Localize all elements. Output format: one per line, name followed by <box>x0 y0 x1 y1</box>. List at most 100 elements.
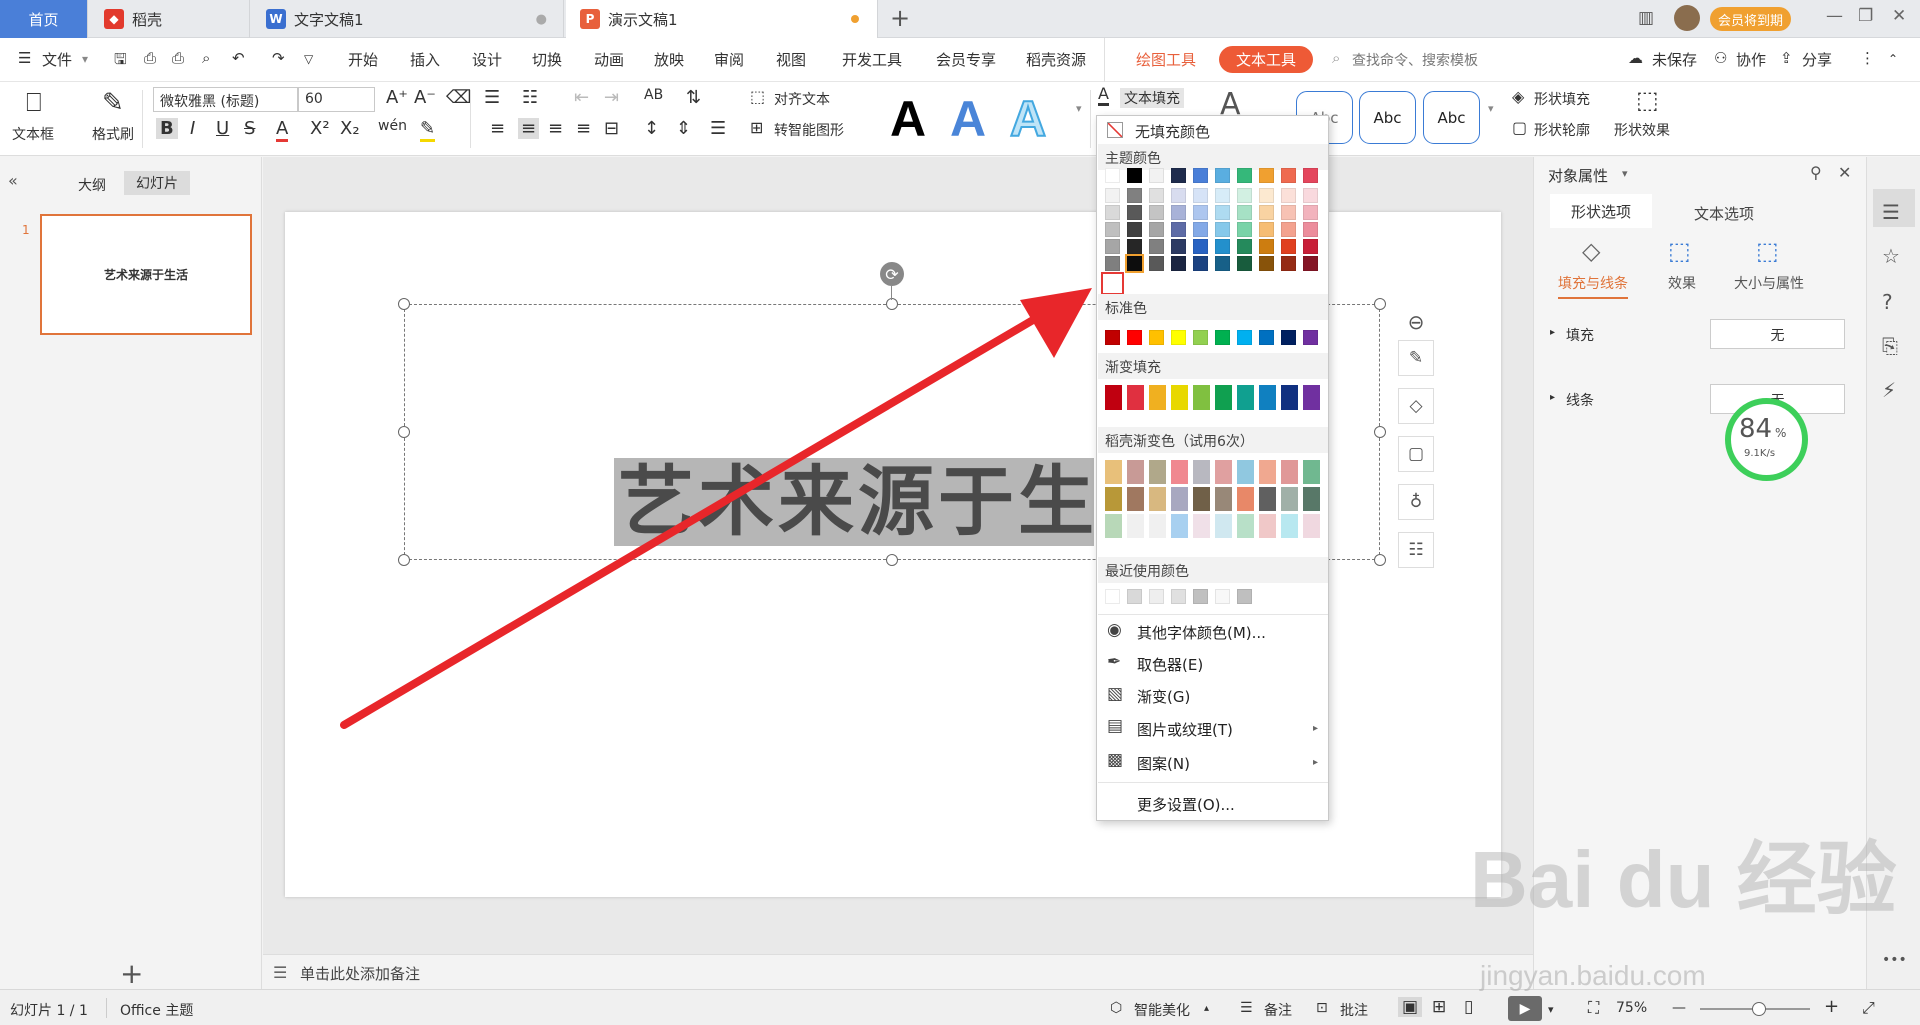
tab-shape-options[interactable]: 形状选项 <box>1550 194 1652 228</box>
paragraph-spacing-icon[interactable]: ⇕ <box>676 118 691 139</box>
theme-shade-swatch[interactable] <box>1303 188 1318 203</box>
format-painter-icon[interactable]: ✎ <box>102 88 124 118</box>
theme-shade-swatch[interactable] <box>1171 256 1186 271</box>
theme-shade-swatch[interactable] <box>1281 256 1296 271</box>
align-text-button[interactable]: 对齐文本 <box>774 89 830 109</box>
bold-icon[interactable]: B <box>156 118 178 139</box>
theme-shade-swatch[interactable] <box>1149 256 1164 271</box>
theme-shade-swatch[interactable] <box>1237 239 1252 254</box>
menu-tab-7[interactable]: 视图 <box>776 49 806 70</box>
daoke-gradient-swatch[interactable] <box>1215 487 1232 511</box>
theme-shade-swatch[interactable] <box>1149 188 1164 203</box>
number-list-icon[interactable]: ☷ <box>522 87 538 108</box>
theme-shade-swatch[interactable] <box>1215 256 1230 271</box>
preview-icon[interactable]: ⌕ <box>202 49 210 67</box>
zoom-level[interactable]: 75% <box>1616 1000 1647 1016</box>
daoke-gradient-swatch[interactable] <box>1259 487 1276 511</box>
theme-color-swatch[interactable] <box>1215 168 1230 183</box>
theme-shade-swatch[interactable] <box>1215 205 1230 220</box>
menu-tab-9[interactable]: 会员专享 <box>936 49 996 70</box>
menu-tab-1[interactable]: 插入 <box>410 49 440 70</box>
theme-shade-swatch[interactable] <box>1171 222 1186 237</box>
theme-shade-swatch[interactable] <box>1193 222 1208 237</box>
theme-shade-swatch[interactable] <box>1127 239 1142 254</box>
daoke-gradient-swatch[interactable] <box>1105 487 1122 511</box>
theme-shade-swatch[interactable] <box>1281 188 1296 203</box>
effect-icon[interactable]: ⬚ <box>1668 237 1691 265</box>
gradient-fill-swatch[interactable] <box>1193 385 1210 410</box>
font-shrink-icon[interactable]: A⁻ <box>414 87 436 108</box>
bullet-list-icon[interactable]: ☰ <box>484 87 500 108</box>
theme-shade-swatch[interactable] <box>1303 222 1318 237</box>
theme-color-swatch[interactable] <box>1127 168 1142 183</box>
shape-style-3[interactable]: Abc <box>1423 91 1480 144</box>
subscript-icon[interactable]: X₂ <box>340 118 360 139</box>
theme-color-swatch[interactable] <box>1193 168 1208 183</box>
gradient-fill-swatch[interactable] <box>1215 385 1232 410</box>
theme-color-swatch[interactable] <box>1303 168 1318 183</box>
picture-texture-item[interactable]: 图片或纹理(T) <box>1137 719 1233 740</box>
backup-icon[interactable]: ⎘ <box>1882 334 1898 358</box>
theme-shade-swatch[interactable] <box>1171 188 1186 203</box>
print-icon[interactable]: ⎙ <box>172 49 184 67</box>
standard-color-swatch[interactable] <box>1149 330 1164 345</box>
more-icon[interactable]: ••• <box>1882 952 1907 968</box>
recent-color-swatch[interactable] <box>1127 589 1142 604</box>
tab-daoke[interactable]: ◆ 稻壳 <box>90 0 250 38</box>
indent-decrease-icon[interactable]: ⇤ <box>574 87 589 108</box>
menu-tab-4[interactable]: 动画 <box>594 49 624 70</box>
daoke-gradient-swatch[interactable] <box>1237 487 1254 511</box>
theme-shade-swatch[interactable] <box>1193 256 1208 271</box>
daoke-gradient-swatch[interactable] <box>1193 487 1210 511</box>
daoke-gradient-swatch[interactable] <box>1259 514 1276 538</box>
daoke-gradient-swatch[interactable] <box>1171 514 1188 538</box>
theme-name[interactable]: Office 主题 <box>120 1000 193 1020</box>
notes-bar[interactable]: ☰ 单击此处添加备注 <box>263 954 1533 989</box>
property-title[interactable]: 对象属性 <box>1548 165 1608 186</box>
resize-handle[interactable] <box>1374 554 1386 566</box>
theme-shade-swatch[interactable] <box>1259 239 1274 254</box>
theme-shade-swatch[interactable] <box>1237 222 1252 237</box>
theme-shade-swatch[interactable] <box>1105 222 1120 237</box>
daoke-gradient-swatch[interactable] <box>1215 514 1232 538</box>
text-direction-icon[interactable]: AB <box>644 87 663 103</box>
tab-doc[interactable]: W 文字文稿1 ● <box>252 0 564 38</box>
brush-icon[interactable]: ✎ <box>1398 340 1434 376</box>
hamburger-icon[interactable]: ☰ <box>18 49 31 67</box>
collapse-pane-icon[interactable]: « <box>8 171 18 190</box>
notes-placeholder[interactable]: 单击此处添加备注 <box>300 963 420 984</box>
standard-color-swatch[interactable] <box>1237 330 1252 345</box>
daoke-gradient-swatch[interactable] <box>1281 514 1298 538</box>
search-command[interactable]: 查找命令、搜索模板 <box>1352 50 1478 70</box>
play-icon[interactable]: ▶ <box>1508 996 1542 1021</box>
line-label[interactable]: 线条 <box>1566 390 1594 410</box>
text-style-gallery[interactable]: A A A <box>874 86 1084 150</box>
theme-shade-swatch[interactable] <box>1237 205 1252 220</box>
tab-slides[interactable]: 幻灯片 <box>124 171 190 195</box>
theme-shade-swatch[interactable] <box>1237 188 1252 203</box>
theme-shade-swatch[interactable] <box>1281 239 1296 254</box>
theme-shade-swatch[interactable] <box>1171 239 1186 254</box>
fill-select[interactable]: 无 <box>1710 319 1845 349</box>
close-window-icon[interactable]: ✕ <box>1892 6 1906 26</box>
theme-shade-swatch[interactable] <box>1215 222 1230 237</box>
standard-color-swatch[interactable] <box>1171 330 1186 345</box>
gallery-expand-icon[interactable]: ▾ <box>1076 102 1082 115</box>
theme-shade-swatch[interactable] <box>1303 239 1318 254</box>
theme-shade-swatch[interactable] <box>1193 239 1208 254</box>
export-pdf-icon[interactable]: ⎙ <box>144 49 156 67</box>
recent-color-swatch[interactable] <box>1193 589 1208 604</box>
shape-fill-button[interactable]: 形状填充 <box>1534 89 1590 109</box>
no-fill-option[interactable]: 无填充颜色 <box>1135 121 1210 142</box>
daoke-gradient-swatch[interactable] <box>1259 460 1276 484</box>
align-left-icon[interactable]: ≡ <box>490 118 505 139</box>
tab-home[interactable]: 首页 <box>0 0 88 38</box>
size-icon[interactable]: ⬚ <box>1756 237 1779 265</box>
slide-thumbnail[interactable]: 艺术来源于生活 <box>40 214 252 335</box>
resize-handle[interactable] <box>1374 298 1386 310</box>
theme-shade-swatch[interactable] <box>1259 256 1274 271</box>
daoke-gradient-swatch[interactable] <box>1303 487 1320 511</box>
font-color-icon[interactable]: A <box>276 118 289 142</box>
expand-icon[interactable]: ▸ <box>1550 327 1555 338</box>
textbox-icon[interactable]: ⎕ <box>26 88 42 119</box>
